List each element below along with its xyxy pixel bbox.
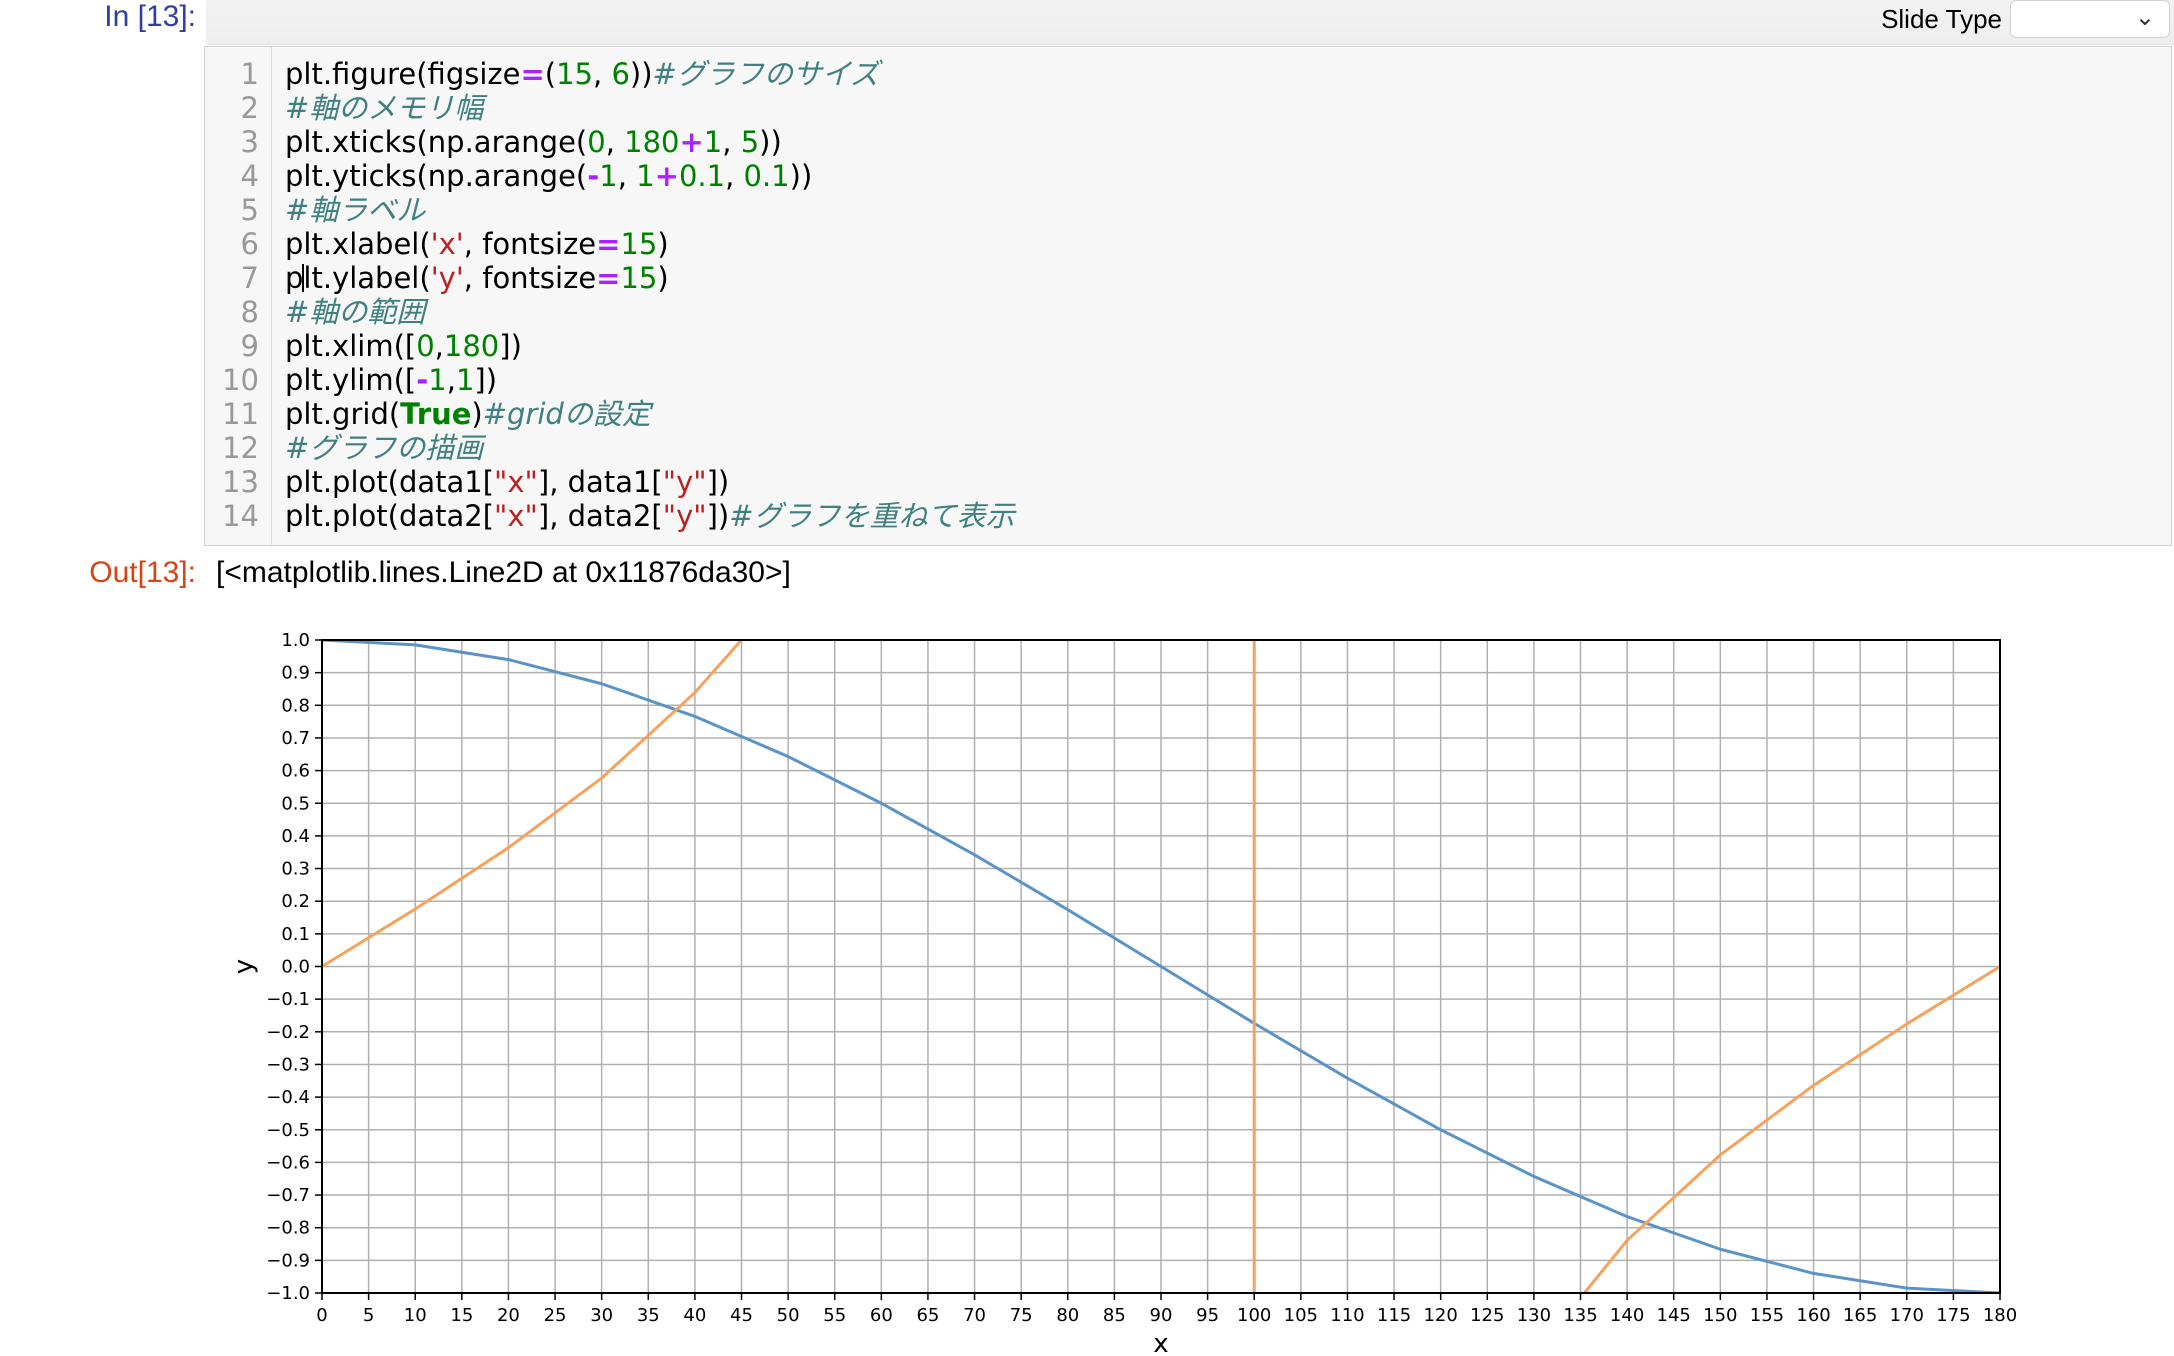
x-tick-label: 60 [870,1305,893,1326]
y-tick-label: 0.1 [281,924,310,945]
y-tick-label: 0.5 [281,793,310,814]
y-tick-label: 0.6 [281,761,310,782]
x-tick-label: 120 [1423,1305,1457,1326]
x-tick-label: 55 [823,1305,846,1326]
x-tick-label: 25 [544,1305,567,1326]
y-tick-label: −0.2 [266,1022,310,1043]
x-tick-label: 170 [1890,1305,1924,1326]
y-tick-label: 0.9 [281,663,310,684]
x-tick-label: 15 [450,1305,473,1326]
y-tick-label: −0.7 [266,1185,310,1206]
x-tick-label: 85 [1103,1305,1126,1326]
x-tick-label: 145 [1657,1305,1691,1326]
x-tick-label: 180 [1983,1305,2017,1326]
y-tick-label: 0.7 [281,728,310,749]
y-tick-label: 0.3 [281,859,310,880]
x-tick-label: 155 [1750,1305,1784,1326]
y-tick-label: −0.9 [266,1250,310,1271]
y-tick-label: −1.0 [266,1283,310,1304]
x-tick-label: 80 [1056,1305,1079,1326]
x-tick-label: 135 [1563,1305,1597,1326]
x-tick-label: 175 [1936,1305,1970,1326]
x-tick-label: 105 [1284,1305,1318,1326]
x-tick-label: 50 [777,1305,800,1326]
x-tick-label: 125 [1470,1305,1504,1326]
y-tick-label: 0.8 [281,695,310,716]
y-tick-label: −0.5 [266,1120,310,1141]
x-tick-label: 20 [497,1305,520,1326]
y-tick-label: 0.2 [281,891,310,912]
line-chart: 0 5 10 15 20 25 30 35 40 45 50 55 60 65 70 75 80 85 90 95 10… [229,630,2017,1356]
x-tick-label: 90 [1150,1305,1173,1326]
y-tick-label: 0.4 [281,826,310,847]
x-tick-label: 40 [683,1305,706,1326]
x-tick-label: 35 [637,1305,660,1326]
x-tick-label: 45 [730,1305,753,1326]
x-tick-label: 140 [1610,1305,1644,1326]
x-tick-label: 75 [1010,1305,1033,1326]
y-tick-label: −0.1 [266,989,310,1010]
x-tick-label: 115 [1377,1305,1411,1326]
x-axis-label: x [1153,1329,1168,1356]
x-tick-label: 5 [363,1305,374,1326]
y-tick-label: −0.3 [266,1054,310,1075]
x-tick-label: 150 [1703,1305,1737,1326]
y-axis-label: y [229,959,259,974]
x-tick-label: 130 [1517,1305,1551,1326]
y-tick-label: −0.6 [266,1152,310,1173]
x-tick-label: 65 [916,1305,939,1326]
x-tick-label: 100 [1237,1305,1271,1326]
y-tick-label: 1.0 [281,630,310,651]
x-tick-label: 95 [1196,1305,1219,1326]
x-tick-label: 160 [1796,1305,1830,1326]
x-tick-label: 10 [404,1305,427,1326]
x-tick-label: 30 [590,1305,613,1326]
x-tick-label: 110 [1330,1305,1364,1326]
y-tick-label: −0.8 [266,1218,310,1239]
x-tick-label: 0 [316,1305,327,1326]
y-tick-label: −0.4 [266,1087,310,1108]
x-tick-label: 70 [963,1305,986,1326]
x-tick-label: 165 [1843,1305,1877,1326]
y-tick-label: 0.0 [281,957,310,978]
